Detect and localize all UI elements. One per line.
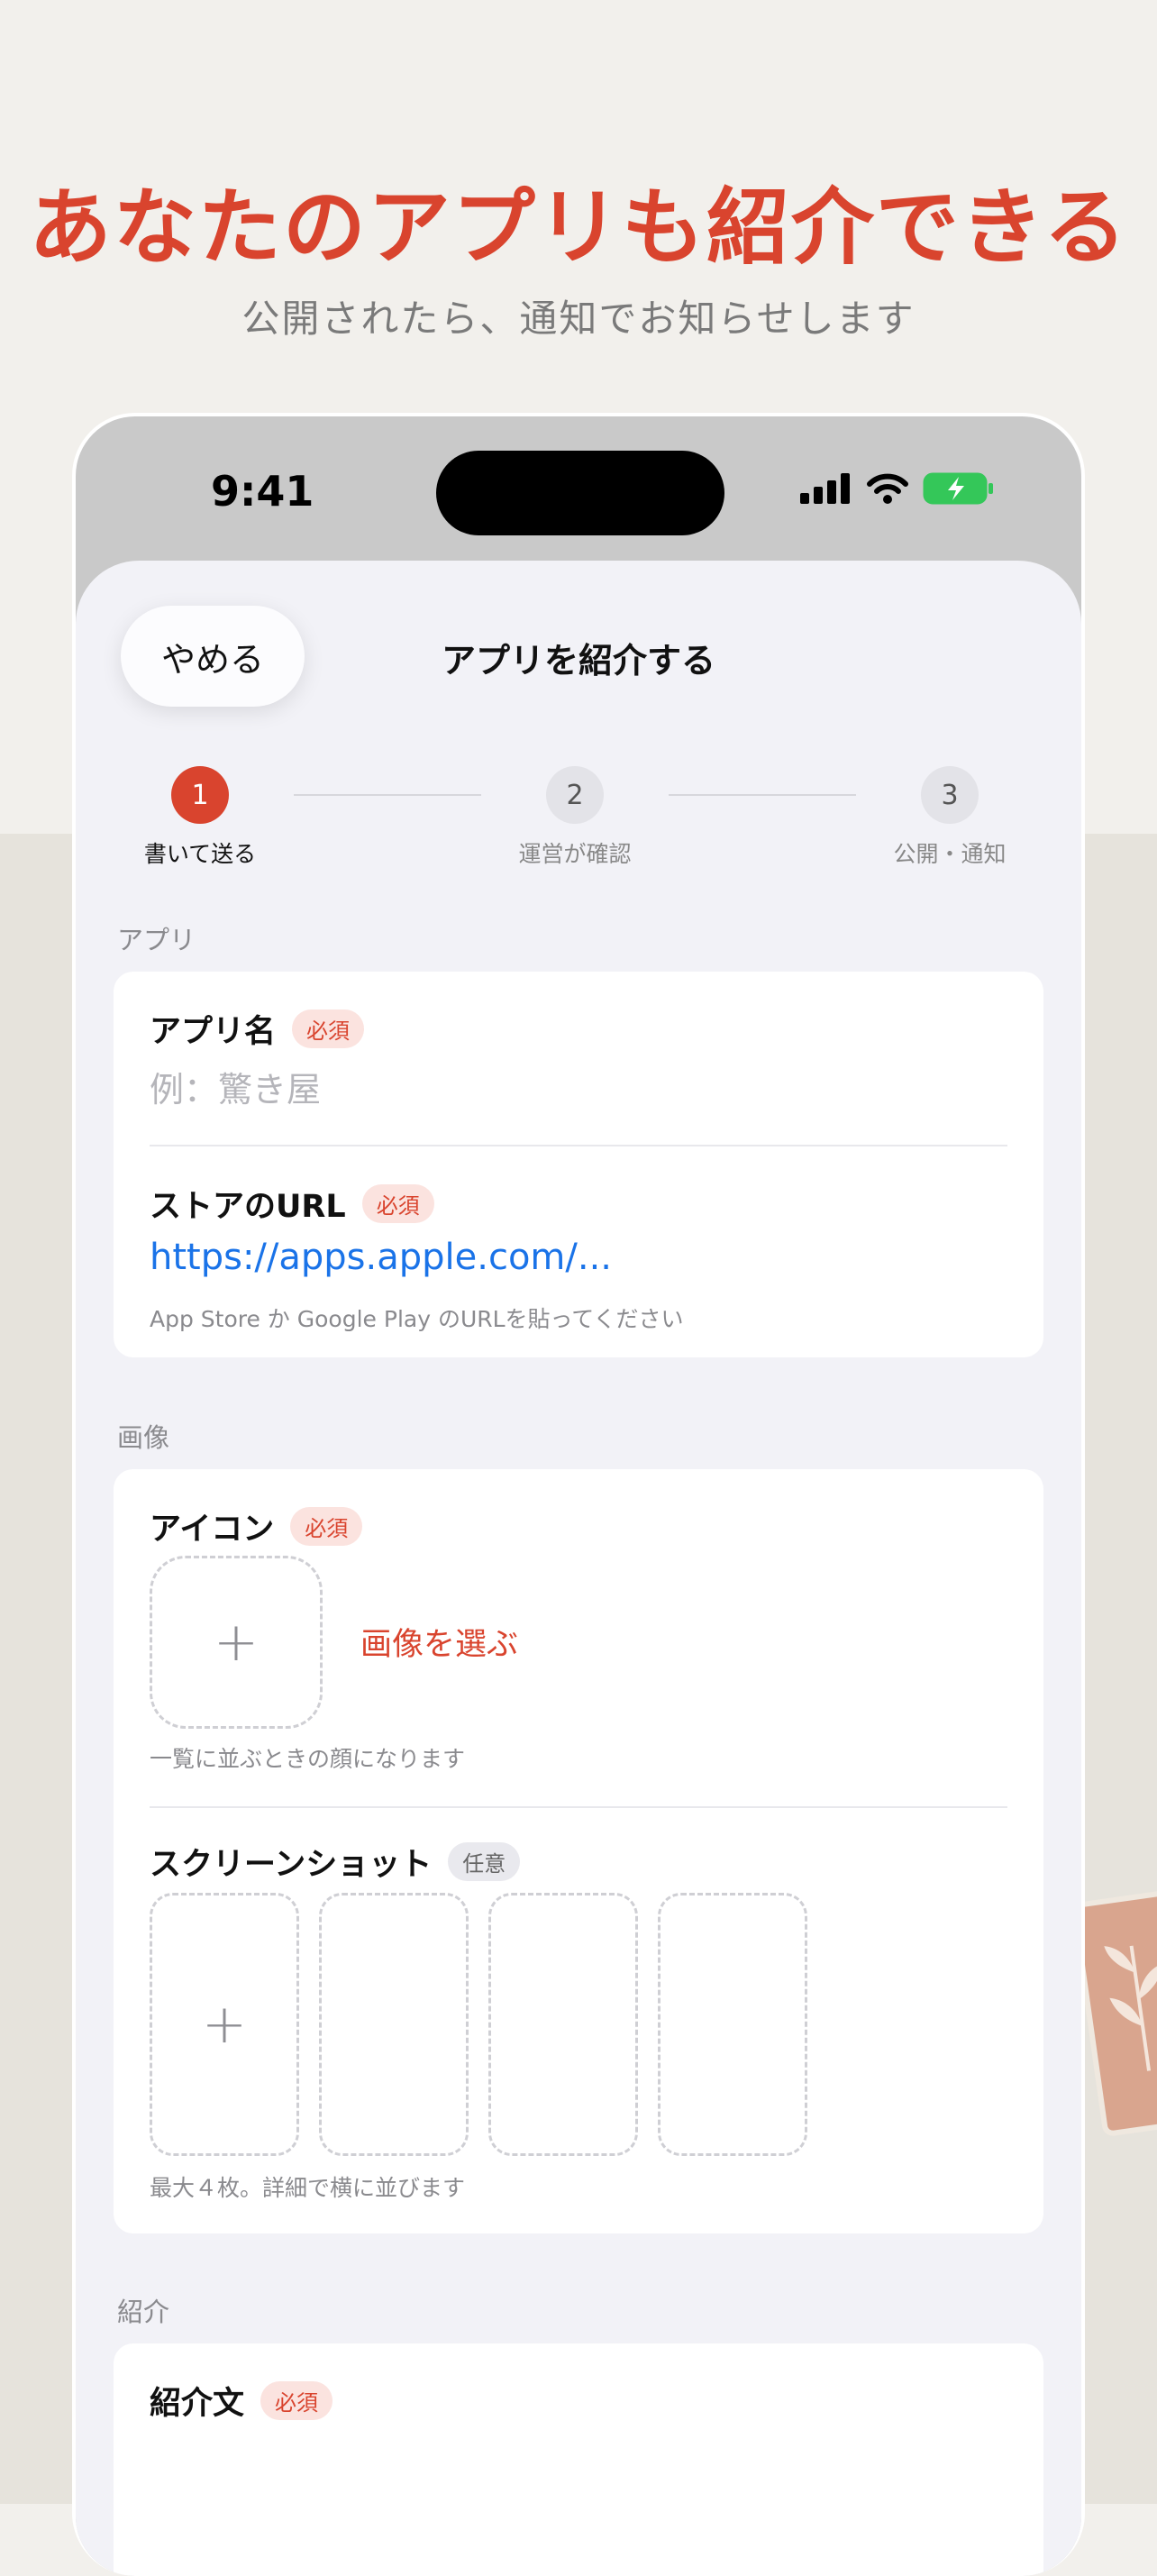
step-connector xyxy=(294,794,481,796)
dynamic-island xyxy=(436,451,724,535)
store-url-label: ストアのURL xyxy=(150,1189,346,1225)
field-divider xyxy=(150,1145,1007,1146)
required-badge: 必須 xyxy=(260,2381,333,2420)
app-info-card: アプリ名 必須 例：驚き屋 ストアのURL 必須 https://apps.ap… xyxy=(114,972,1043,1357)
app-name-title: アプリ名 必須 xyxy=(150,1006,365,1052)
required-badge: 必須 xyxy=(292,1009,365,1048)
intro-card: 紹介文 必須 xyxy=(114,2343,1043,2576)
screenshot-slot-4[interactable] xyxy=(658,1893,807,2156)
step-label: 書いて送る xyxy=(143,841,257,867)
field-divider xyxy=(150,1806,1007,1808)
intro-text-label: 紹介文 xyxy=(150,2386,245,2422)
step-connector xyxy=(669,794,856,796)
submission-sheet: やめる アプリを紹介する 1 書いて送る 2 運営が確認 3 公開・通知 アプリ… xyxy=(76,561,1081,2576)
plus-icon: + xyxy=(201,1993,248,2056)
signal-icon xyxy=(800,473,850,504)
screenshots-title: スクリーンショット 任意 xyxy=(150,1839,521,1885)
required-badge: 必須 xyxy=(290,1507,363,1546)
screenshot-slot-2[interactable] xyxy=(319,1893,469,2156)
step-number: 3 xyxy=(921,766,979,824)
status-time: 9:41 xyxy=(211,467,314,516)
phone-frame: 9:41 やめる アプリを紹介する 1 書いて送る 2 運営が確認 3 公開・通… xyxy=(72,413,1085,2576)
section-label-intro: 紹介 xyxy=(117,2297,170,2327)
image-card: アイコン 必須 + 画像を選ぶ 一覧に並ぶときの顔になります スクリーンショット… xyxy=(114,1469,1043,2233)
icon-picker[interactable]: + xyxy=(150,1556,323,1729)
section-label-image: 画像 xyxy=(117,1422,170,1453)
step-label: 運営が確認 xyxy=(518,841,632,867)
phone-screen: 9:41 やめる アプリを紹介する 1 書いて送る 2 運営が確認 3 公開・通… xyxy=(76,416,1081,2576)
choose-image-button[interactable]: 画像を選ぶ xyxy=(360,1619,518,1665)
section-label-app: アプリ xyxy=(117,925,196,955)
promo-subhead: 公開されたら、通知でお知らせします xyxy=(241,297,916,341)
required-badge: 必須 xyxy=(361,1184,434,1223)
step-review: 2 運営が確認 xyxy=(485,766,665,869)
step-number: 2 xyxy=(546,766,604,824)
app-name-label: アプリ名 xyxy=(150,1014,277,1050)
plus-icon: + xyxy=(213,1611,260,1674)
step-number: 1 xyxy=(171,766,229,824)
store-url-input[interactable]: https://apps.apple.com/... xyxy=(150,1237,612,1278)
optional-badge: 任意 xyxy=(448,1842,521,1881)
icon-hint: 一覧に並ぶときの顔になります xyxy=(150,1746,466,1772)
step-label: 公開・通知 xyxy=(893,841,1007,867)
intro-text-title: 紹介文 必須 xyxy=(150,2378,333,2424)
promo-headline: あなたのアプリも紹介できる xyxy=(28,179,1129,276)
store-url-hint: App Store か Google Play のURLを貼ってください xyxy=(150,1306,684,1332)
screenshot-slot-3[interactable] xyxy=(488,1893,638,2156)
screenshot-slot-1[interactable]: + xyxy=(150,1893,299,2156)
step-publish-notify: 3 公開・通知 xyxy=(860,766,1040,869)
screenshots-label: スクリーンショット xyxy=(150,1847,433,1883)
status-indicators xyxy=(800,472,995,505)
battery-charging-icon xyxy=(923,472,993,505)
screenshots-hint: 最大４枚。詳細で横に並びます xyxy=(150,2175,466,2201)
icon-label: アイコン xyxy=(150,1512,275,1548)
sheet-title: アプリを紹介する xyxy=(441,641,715,681)
icon-title: アイコン 必須 xyxy=(150,1503,363,1549)
store-url-title: ストアのURL 必須 xyxy=(150,1181,434,1227)
step-write-send: 1 書いて送る xyxy=(110,766,290,869)
wifi-icon xyxy=(867,473,908,504)
app-name-input[interactable]: 例：驚き屋 xyxy=(150,1062,321,1111)
